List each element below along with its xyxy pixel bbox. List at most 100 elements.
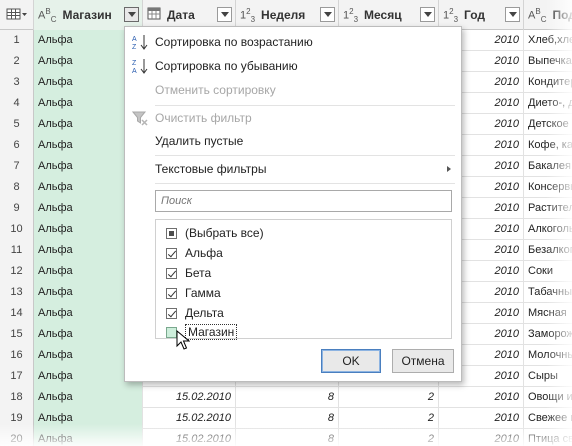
cell-product[interactable]: Диетo-, д bbox=[524, 93, 572, 114]
row-number[interactable]: 14 bbox=[0, 303, 34, 324]
menu-item-remove-empty[interactable]: Удалить пустые bbox=[125, 130, 461, 152]
column-label: Год bbox=[464, 8, 486, 22]
cell-product[interactable]: Выпечка bbox=[524, 51, 572, 72]
cell-product[interactable]: Консервы bbox=[524, 177, 572, 198]
row-number[interactable]: 4 bbox=[0, 93, 34, 114]
checklist-item-delta[interactable]: Дельта bbox=[166, 303, 224, 323]
row-number[interactable]: 8 bbox=[0, 177, 34, 198]
menu-item-clear-filter[interactable]: Очистить фильтр bbox=[125, 107, 461, 129]
menu-item-cancel-sort[interactable]: Отменить сортировку bbox=[125, 79, 461, 101]
search-input[interactable] bbox=[155, 190, 452, 212]
row-number[interactable]: 2 bbox=[0, 51, 34, 72]
cell-shop[interactable]: Альфа bbox=[34, 387, 143, 408]
row-number[interactable]: 9 bbox=[0, 198, 34, 219]
value-checklist: (Выбрать все) Альфа Бета Гамма Дельта Ма… bbox=[155, 219, 452, 340]
filter-dropdown-button[interactable] bbox=[420, 7, 435, 22]
cell-product[interactable]: Соки bbox=[524, 261, 572, 282]
cell-product[interactable]: Овощи и bbox=[524, 387, 572, 408]
row-number[interactable]: 17 bbox=[0, 366, 34, 387]
cell-year[interactable]: 2010 bbox=[439, 429, 524, 446]
chevron-down-icon bbox=[508, 12, 517, 17]
cancel-button[interactable]: Отмена bbox=[392, 349, 454, 373]
filter-dropdown-button[interactable] bbox=[320, 7, 335, 22]
filter-dropdown-button[interactable] bbox=[505, 7, 520, 22]
number-type-icon: 123 bbox=[240, 6, 256, 24]
menu-item-text-filters[interactable]: Текстовые фильтры bbox=[125, 158, 461, 180]
filter-dropdown-button[interactable] bbox=[124, 7, 139, 22]
cell-month[interactable]: 2 bbox=[339, 429, 439, 446]
cell-week[interactable]: 8 bbox=[236, 408, 339, 429]
cell-product[interactable]: Сыры bbox=[524, 366, 572, 387]
cell-date[interactable]: 15.02.2010 bbox=[143, 429, 236, 446]
cell-product[interactable]: Мясная bbox=[524, 303, 572, 324]
table-menu-button[interactable] bbox=[0, 0, 34, 30]
checklist-item-label: Гамма bbox=[185, 286, 221, 300]
cell-date[interactable]: 15.02.2010 bbox=[143, 387, 236, 408]
checkbox[interactable] bbox=[166, 267, 177, 279]
row-number[interactable]: 1 bbox=[0, 30, 34, 51]
checkbox[interactable] bbox=[166, 247, 177, 259]
cell-product[interactable]: Свежее м bbox=[524, 408, 572, 429]
row-number[interactable]: 19 bbox=[0, 408, 34, 429]
cell-date[interactable]: 15.02.2010 bbox=[143, 408, 236, 429]
menu-divider bbox=[155, 105, 455, 106]
cell-shop[interactable]: Альфа bbox=[34, 429, 143, 446]
cell-product[interactable]: Птица св bbox=[524, 429, 572, 446]
cell-product[interactable]: Безалког bbox=[524, 240, 572, 261]
svg-text:Z: Z bbox=[132, 60, 137, 67]
menu-item-sort-descending[interactable]: Z A Сортировка по убыванию bbox=[125, 55, 461, 77]
row-number[interactable]: 3 bbox=[0, 72, 34, 93]
cell-month[interactable]: 2 bbox=[339, 408, 439, 429]
menu-item-label: Сортировка по возрастанию bbox=[155, 35, 313, 49]
cell-product[interactable]: Молочные bbox=[524, 345, 572, 366]
sort-ascending-icon: A Z bbox=[125, 34, 155, 50]
cell-product[interactable]: Заморож bbox=[524, 324, 572, 345]
checklist-item-select-all[interactable]: (Выбрать все) bbox=[166, 223, 264, 243]
row-number[interactable]: 6 bbox=[0, 135, 34, 156]
table-icon bbox=[6, 7, 28, 24]
menu-item-sort-ascending[interactable]: A Z Сортировка по возрастанию bbox=[125, 31, 461, 53]
sort-descending-icon: Z A bbox=[125, 58, 155, 74]
checklist-item-beta[interactable]: Бета bbox=[166, 263, 211, 283]
checkbox[interactable] bbox=[166, 307, 177, 319]
row-number[interactable]: 20 bbox=[0, 429, 34, 446]
row-number[interactable]: 11 bbox=[0, 240, 34, 261]
filter-dropdown-button[interactable] bbox=[217, 7, 232, 22]
cell-shop[interactable]: Альфа bbox=[34, 408, 143, 429]
cell-product[interactable]: Бакалея bbox=[524, 156, 572, 177]
cell-week[interactable]: 8 bbox=[236, 429, 339, 446]
row-number[interactable]: 12 bbox=[0, 261, 34, 282]
cell-year[interactable]: 2010 bbox=[439, 408, 524, 429]
row-number[interactable]: 10 bbox=[0, 219, 34, 240]
cell-product[interactable]: Хлеб,хлебо bbox=[524, 30, 572, 51]
row-number[interactable]: 5 bbox=[0, 114, 34, 135]
row-number[interactable]: 18 bbox=[0, 387, 34, 408]
text-type-icon: ABC bbox=[38, 6, 57, 24]
cell-week[interactable]: 8 bbox=[236, 387, 339, 408]
cell-product[interactable]: Растител bbox=[524, 198, 572, 219]
checklist-item-label: Магазин bbox=[185, 324, 238, 340]
cell-year[interactable]: 2010 bbox=[439, 387, 524, 408]
checklist-item-label: (Выбрать все) bbox=[185, 226, 264, 240]
checklist-item-alpha[interactable]: Альфа bbox=[166, 243, 223, 263]
cell-product[interactable]: Табачные bbox=[524, 282, 572, 303]
number-type-icon: 123 bbox=[343, 6, 359, 24]
checklist-item-gamma[interactable]: Гамма bbox=[166, 283, 221, 303]
chevron-down-icon bbox=[423, 12, 432, 17]
checkbox[interactable] bbox=[166, 287, 177, 299]
row-number[interactable]: 7 bbox=[0, 156, 34, 177]
cell-product[interactable]: Алкоголь bbox=[524, 219, 572, 240]
cell-product[interactable]: Кондитерс bbox=[524, 72, 572, 93]
column-header-product[interactable]: ABC Под bbox=[524, 0, 572, 30]
cell-product[interactable]: Детское bbox=[524, 114, 572, 135]
cell-product[interactable]: Кофе, ка bbox=[524, 135, 572, 156]
menu-item-label: Очистить фильтр bbox=[155, 111, 252, 125]
menu-item-label: Сортировка по убыванию bbox=[155, 59, 298, 73]
row-number[interactable]: 16 bbox=[0, 345, 34, 366]
row-number[interactable]: 15 bbox=[0, 324, 34, 345]
table-row: 18 Альфа 15.02.2010 8 2 2010 Овощи и bbox=[0, 387, 572, 408]
checkbox[interactable] bbox=[166, 227, 177, 239]
ok-button[interactable]: OK bbox=[321, 349, 381, 373]
cell-month[interactable]: 2 bbox=[339, 387, 439, 408]
row-number[interactable]: 13 bbox=[0, 282, 34, 303]
